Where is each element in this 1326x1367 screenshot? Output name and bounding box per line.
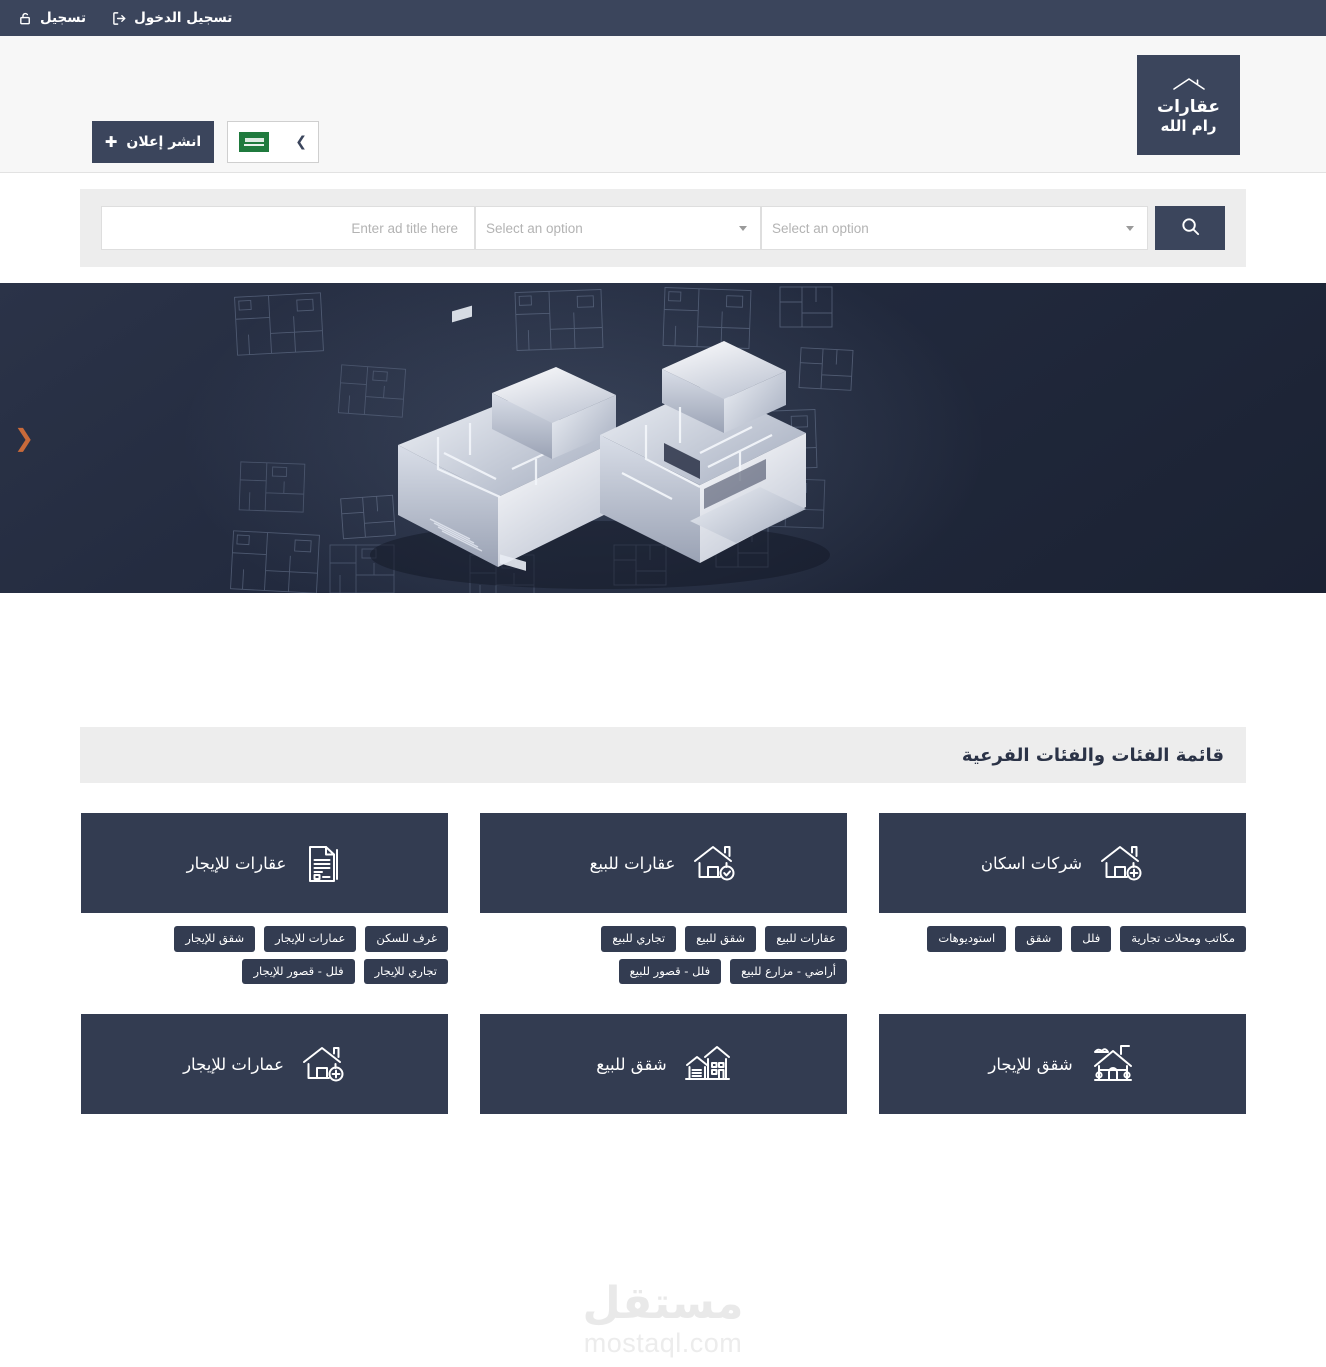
watermark-arabic: مستقل — [582, 1278, 744, 1329]
category-card-apartments-for-rent[interactable]: شقق للإيجار — [879, 1014, 1246, 1115]
site-header: عقارات رام الله انشر إعلان ✚ ❯ — [0, 36, 1326, 173]
category-tag[interactable]: فلل — [1071, 926, 1112, 952]
category-tag[interactable]: فلل - قصور للإيجار — [242, 958, 355, 985]
page-root: تسجيل الدخول تسجيل عقارات رام الله انشر … — [0, 0, 1326, 1367]
category-tag[interactable]: أراضي - مزارع للبيع — [730, 958, 847, 985]
login-link[interactable]: تسجيل الدخول — [112, 10, 232, 26]
publish-ad-button[interactable]: انشر إعلان ✚ — [92, 121, 214, 163]
hero-carousel: ❮ — [0, 283, 1326, 593]
category-card-label: عقارات للإيجار — [186, 853, 287, 873]
login-link-label: تسجيل الدخول — [134, 10, 233, 26]
house-roof-icon — [1171, 76, 1207, 95]
category-card-label: شركات اسكان — [980, 853, 1083, 873]
category-card-label: عمارات للإيجار — [183, 1054, 284, 1074]
watermark-latin: mostaql.com — [583, 1328, 743, 1358]
city-select-placeholder: Select an option — [486, 220, 583, 236]
search-icon — [1180, 216, 1201, 240]
chevron-down-icon — [739, 225, 747, 231]
publish-ad-label: انشر إعلان — [126, 134, 202, 150]
category-card-label: شقق للبيع — [596, 1054, 667, 1074]
category-column: شركات اسكان مكاتب ومحلات تجارية فلل شقق … — [879, 813, 1246, 984]
logo-line-1: عقارات — [1157, 97, 1220, 118]
category-tag[interactable]: تجاري للبيع — [601, 926, 677, 952]
cottage-icon — [1089, 1042, 1137, 1086]
category-column: عمارات للإيجار — [81, 1014, 448, 1115]
category-tag[interactable]: شقق للبيع — [685, 926, 757, 952]
logo-line-2: رام الله — [1160, 116, 1217, 135]
language-selector[interactable]: ❯ — [227, 121, 319, 163]
saudi-flag-icon — [239, 132, 269, 152]
search-bar: Select an option Select an option — [80, 189, 1246, 267]
category-tag[interactable]: فلل - قصور للبيع — [618, 958, 722, 985]
category-tags: غرف للسكن عمارات للإيجار شقق للإيجار تجا… — [81, 926, 448, 985]
city-select[interactable]: Select an option — [475, 206, 761, 250]
categories-header: قائمة الفئات والفئات الفرعية — [80, 727, 1246, 783]
category-column: شقق للبيع — [480, 1014, 847, 1115]
category-card-buildings-for-rent[interactable]: عمارات للإيجار — [81, 1014, 448, 1115]
category-tag[interactable]: عمارات للإيجار — [264, 926, 357, 952]
categories-grid: شركات اسكان مكاتب ومحلات تجارية فلل شقق … — [80, 813, 1246, 1115]
architecture-model-illustration — [230, 286, 854, 593]
carousel-prev-button[interactable]: ❮ — [14, 426, 34, 450]
top-utility-links: تسجيل الدخول تسجيل — [18, 10, 246, 26]
category-tag[interactable]: شقق — [1015, 926, 1063, 952]
category-tags: عقارات للبيع شقق للبيع تجاري للبيع أراضي… — [480, 926, 847, 985]
category-tag[interactable]: استوديوهات — [927, 926, 1007, 952]
signup-link-label: تسجيل — [40, 10, 87, 26]
category-card-properties-for-sale[interactable]: عقارات للبيع — [480, 813, 847, 913]
category-tag[interactable]: تجاري للإيجار — [363, 958, 448, 985]
category-card-label: شقق للإيجار — [988, 1054, 1073, 1074]
chevron-icon: ❯ — [295, 134, 307, 150]
categories-section: قائمة الفئات والفئات الفرعية شركات اسكان… — [0, 593, 1326, 1115]
ad-title-input[interactable] — [101, 206, 475, 250]
top-utility-bar: تسجيل الدخول تسجيل — [0, 0, 1326, 36]
category-card-label: عقارات للبيع — [589, 853, 676, 873]
site-logo[interactable]: عقارات رام الله — [1137, 55, 1240, 155]
category-column: عقارات للبيع عقارات للبيع شقق للبيع تجار… — [480, 813, 847, 985]
category-tag[interactable]: مكاتب ومحلات تجارية — [1120, 926, 1246, 952]
header-inner: عقارات رام الله انشر إعلان ✚ ❯ — [0, 36, 1326, 172]
buildings-icon — [683, 1043, 731, 1085]
category-column: شقق للإيجار — [879, 1014, 1246, 1115]
categories-title: قائمة الفئات والفئات الفرعية — [961, 744, 1224, 766]
category-card-properties-for-rent[interactable]: عقارات للإيجار — [81, 813, 448, 913]
house-plus-icon — [300, 1043, 346, 1085]
signup-link[interactable]: تسجيل — [18, 10, 86, 26]
category-select[interactable]: Select an option — [761, 206, 1148, 250]
category-column: عقارات للإيجار غرف للسكن عمارات للإيجار … — [81, 813, 448, 985]
house-plus-icon — [1098, 842, 1144, 884]
category-select-placeholder: Select an option — [772, 220, 869, 236]
plus-icon: ✚ — [104, 132, 118, 151]
search-button[interactable] — [1155, 206, 1225, 250]
category-tag[interactable]: عقارات للبيع — [765, 926, 847, 952]
category-card-apartments-for-sale[interactable]: شقق للبيع — [480, 1014, 847, 1115]
mostaql-watermark: مستقل mostaql.com — [0, 1282, 1326, 1357]
house-check-icon — [691, 842, 737, 884]
category-tags: مكاتب ومحلات تجارية فلل شقق استوديوهات — [879, 926, 1246, 952]
chevron-down-icon — [1126, 225, 1134, 231]
search-section: Select an option Select an option — [0, 173, 1326, 283]
login-icon — [112, 11, 127, 26]
category-tag[interactable]: شقق للإيجار — [174, 926, 256, 952]
signup-icon — [18, 11, 33, 26]
category-tag[interactable]: غرف للسكن — [365, 926, 448, 952]
category-card-housing-companies[interactable]: شركات اسكان — [879, 813, 1246, 913]
contract-document-icon — [302, 841, 342, 885]
